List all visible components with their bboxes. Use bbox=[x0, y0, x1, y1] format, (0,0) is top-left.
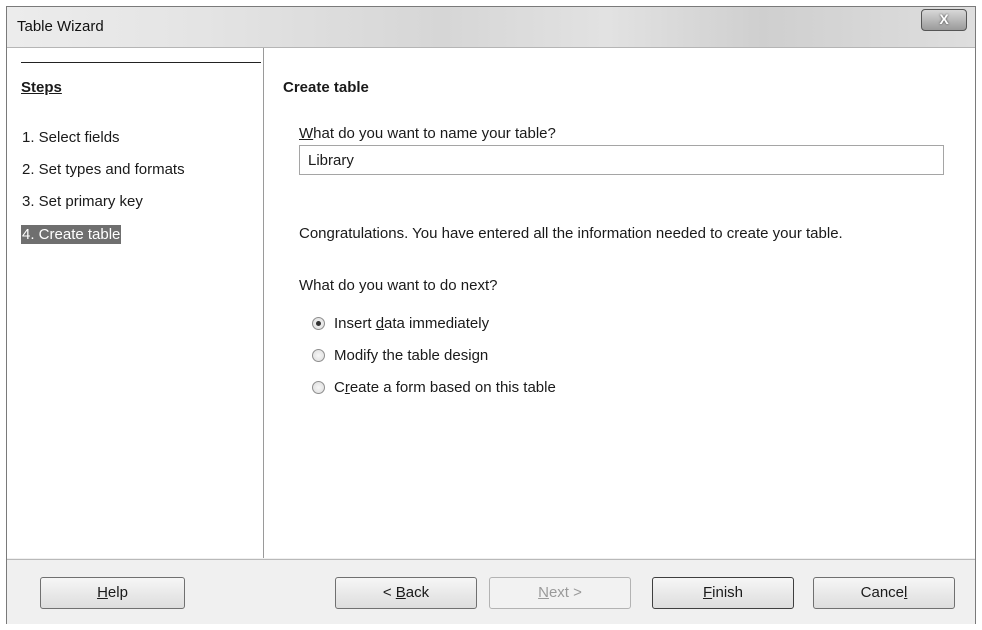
step-select-fields[interactable]: 1. Select fields bbox=[21, 128, 121, 147]
sidebar-divider bbox=[21, 62, 261, 63]
option-insert-data-immediately[interactable]: Insert data immediately bbox=[312, 312, 489, 334]
radio-selected-icon[interactable] bbox=[312, 316, 325, 330]
back-button[interactable]: < Back bbox=[335, 577, 477, 609]
step-create-table[interactable]: 4. Create table bbox=[21, 225, 122, 244]
steps-heading: Steps bbox=[21, 79, 62, 96]
window-title: Table Wizard bbox=[17, 18, 104, 35]
next-action-label: What do you want to do next? bbox=[299, 277, 498, 294]
main-panel: Create table What do you want to name yo… bbox=[264, 48, 975, 558]
option-label: Create a form based on this table bbox=[334, 378, 556, 396]
option-label: Insert data immediately bbox=[334, 314, 490, 332]
step-set-types-and-formats[interactable]: 2. Set types and formats bbox=[21, 160, 186, 179]
radio-unselected-icon[interactable] bbox=[312, 380, 325, 394]
title-bar[interactable]: Table Wizard X bbox=[7, 7, 975, 48]
table-wizard-dialog: Table Wizard X Steps 1. Select fields 2.… bbox=[6, 6, 976, 624]
option-create-form[interactable]: Create a form based on this table bbox=[312, 376, 556, 398]
step-set-primary-key[interactable]: 3. Set primary key bbox=[21, 192, 144, 211]
button-bar: Help < Back Next > Finish Cancel bbox=[7, 559, 975, 624]
help-button[interactable]: Help bbox=[40, 577, 185, 609]
radio-unselected-icon[interactable] bbox=[312, 348, 325, 362]
option-modify-table-design[interactable]: Modify the table design bbox=[312, 344, 488, 366]
option-label: Modify the table design bbox=[334, 346, 489, 364]
cancel-button[interactable]: Cancel bbox=[813, 577, 955, 609]
congratulations-text: Congratulations. You have entered all th… bbox=[299, 225, 843, 242]
close-icon: X bbox=[939, 11, 949, 27]
finish-button[interactable]: Finish bbox=[652, 577, 794, 609]
next-button[interactable]: Next > bbox=[489, 577, 631, 609]
close-button[interactable]: X bbox=[921, 9, 967, 31]
steps-sidebar: Steps 1. Select fields 2. Set types and … bbox=[7, 48, 264, 558]
table-name-input[interactable] bbox=[299, 145, 944, 175]
page-title: Create table bbox=[283, 79, 369, 96]
table-name-label: What do you want to name your table? bbox=[299, 125, 556, 142]
